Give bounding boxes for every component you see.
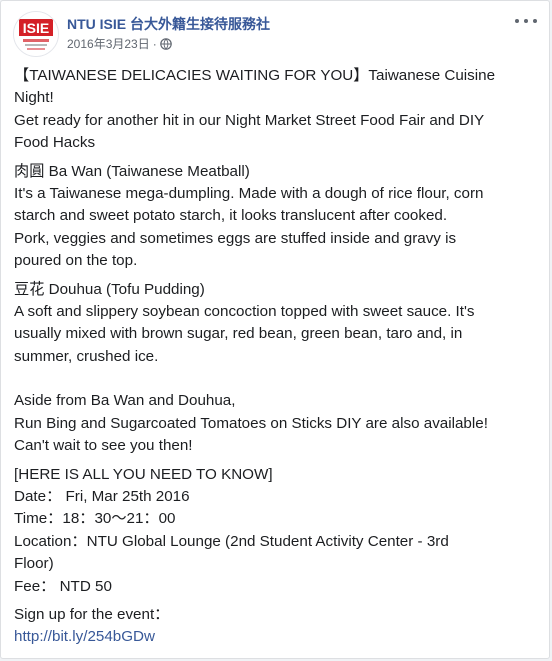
text-line: poured on the top. [14, 252, 138, 270]
globe-icon[interactable] [159, 37, 172, 50]
text-line: Time：18：30～21：00 [14, 510, 176, 528]
text-line: Night! [14, 89, 54, 107]
text-line: 肉圓 Ba Wan (Taiwanese Meatball) [14, 162, 250, 180]
text-line: Location：NTU Global Lounge (2nd Student … [14, 532, 449, 550]
bawan-paragraph: 肉圓 Ba Wan (Taiwanese Meatball) It's a Ta… [14, 161, 542, 273]
post-body: 【TAIWANESE DELICACIES WAITING FOR YOU】Ta… [14, 65, 542, 655]
intro-paragraph: 【TAIWANESE DELICACIES WAITING FOR YOU】Ta… [14, 65, 542, 155]
aside-paragraph: Aside from Ba Wan and Douhua, Run Bing a… [14, 390, 542, 457]
post-date[interactable]: 2016年3月23日 [67, 35, 150, 52]
text-line: A soft and slippery soybean concoction t… [14, 303, 475, 321]
text-line: 豆花 Douhua (Tofu Pudding) [14, 280, 205, 298]
text-line: 【TAIWANESE DELICACIES WAITING FOR YOU】Ta… [14, 67, 496, 84]
page-name-link[interactable]: NTU ISIE 台大外籍生接待服務社 [67, 14, 270, 34]
text-line: Get ready for another hit in our Night M… [14, 111, 485, 129]
text-line: Can't wait to see you then! [14, 437, 193, 455]
text-line: Date： Fri, Mar 25th 2016 [14, 487, 190, 505]
more-dot [515, 19, 519, 23]
info-paragraph: [HERE IS ALL YOU NEED TO KNOW] Date： Fri… [14, 464, 542, 598]
post-card: ISIE NTU ISIE 台大外籍生接待服務社 2016年3月23日 · 【T… [0, 0, 550, 659]
signup-link[interactable]: http://bit.ly/254bGDw [14, 626, 542, 648]
text-line: Fee： NTD 50 [14, 577, 112, 595]
text-line: [HERE IS ALL YOU NEED TO KNOW] [14, 465, 273, 483]
text-line: usually mixed with brown sugar, red bean… [14, 325, 463, 343]
text-line: Pork, veggies and sometimes eggs are stu… [14, 229, 457, 247]
meta-separator: · [152, 36, 157, 51]
more-dot [524, 19, 528, 23]
text-line: Aside from Ba Wan and Douhua, [14, 392, 236, 410]
text-line: summer, crushed ice. [14, 347, 159, 365]
page-avatar[interactable]: ISIE [13, 11, 59, 57]
more-dot [533, 19, 537, 23]
post-header: ISIE NTU ISIE 台大外籍生接待服務社 2016年3月23日 · [13, 11, 537, 59]
text-line: It's a Taiwanese mega-dumpling. Made wit… [14, 185, 484, 203]
svg-text:ISIE: ISIE [23, 20, 49, 36]
douhua-paragraph: 豆花 Douhua (Tofu Pudding) A soft and slip… [14, 279, 542, 369]
more-options-icon[interactable] [515, 13, 537, 29]
text-line: Food Hacks [14, 134, 96, 152]
post-meta: 2016年3月23日 · [67, 35, 172, 52]
text-line: Run Bing and Sugarcoated Tomatoes on Sti… [14, 414, 488, 432]
isie-logo: ISIE [14, 12, 58, 56]
text-line: Floor) [14, 555, 54, 573]
text-line: starch and sweet potato starch, it looks… [14, 207, 448, 225]
signup-paragraph: Sign up for the event： http://bit.ly/254… [14, 604, 542, 649]
signup-label: Sign up for the event： [14, 605, 170, 623]
